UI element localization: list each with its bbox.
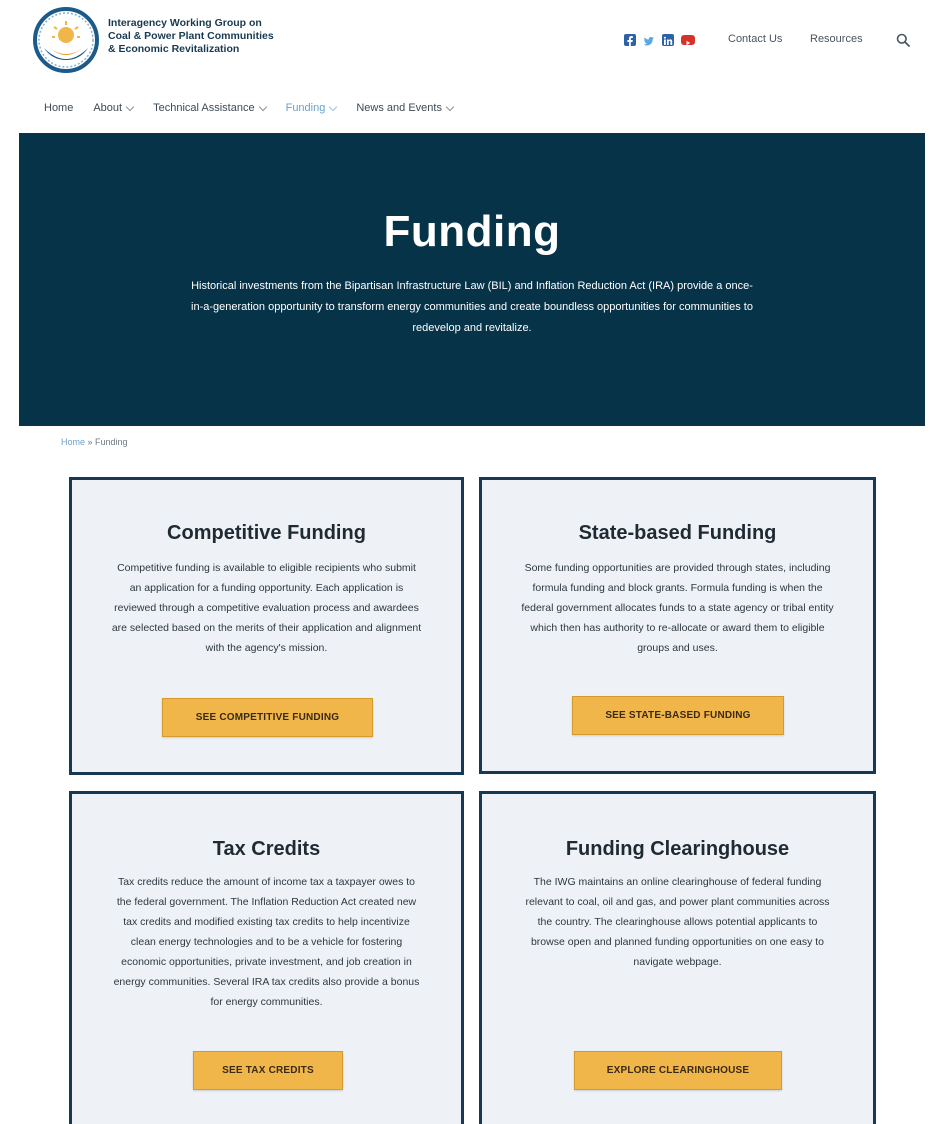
breadcrumb: Home » Funding (61, 437, 128, 447)
breadcrumb-home-link[interactable]: Home (61, 437, 85, 447)
card-title: Competitive Funding (167, 522, 366, 544)
chevron-down-icon (329, 102, 338, 111)
nav-item-about[interactable]: About (93, 102, 135, 114)
search-icon[interactable] (896, 33, 910, 47)
explore-clearinghouse-button[interactable]: EXPLORE CLEARINGHOUSE (574, 1051, 782, 1090)
main-nav: Home About Technical Assistance Funding … (44, 102, 473, 114)
card-text: The IWG maintains an online clearinghous… (525, 876, 830, 968)
resources-link[interactable]: Resources (810, 33, 863, 45)
nav-item-technical-assistance[interactable]: Technical Assistance (153, 102, 267, 114)
breadcrumb-current: Funding (95, 437, 128, 447)
card-title: State-based Funding (578, 522, 777, 544)
card-title: Funding Clearinghouse (565, 838, 790, 860)
contact-us-link[interactable]: Contact Us (728, 33, 782, 45)
chevron-down-icon (258, 102, 267, 111)
org-name-line-2: Coal & Power Plant Communities (108, 30, 274, 42)
hero-banner: Funding Historical investments from the … (19, 133, 925, 426)
facebook-icon[interactable] (624, 34, 636, 47)
card-text: Tax credits reduce the amount of income … (113, 876, 420, 1008)
nav-item-news-and-events[interactable]: News and Events (356, 102, 455, 114)
nav-item-label: News and Events (356, 102, 442, 114)
nav-item-label: About (93, 102, 123, 114)
linkedin-icon[interactable] (662, 34, 674, 46)
logo[interactable] (32, 6, 100, 74)
site-header: Interagency Working Group on Coal & Powe… (0, 0, 931, 90)
hero-description: Historical investments from the Bipartis… (191, 280, 753, 334)
card-text: Some funding opportunities are provided … (521, 562, 834, 654)
card-tax-credits: Tax Credits Tax credits reduce the amoun… (69, 791, 464, 1124)
chevron-down-icon (445, 102, 455, 111)
nav-item-label: Home (44, 102, 74, 114)
card-title: Tax Credits (212, 838, 321, 860)
org-name[interactable]: Interagency Working Group on Coal & Powe… (108, 17, 318, 56)
page-title: Funding (383, 207, 561, 256)
social-links (624, 34, 695, 47)
youtube-icon[interactable] (681, 35, 695, 46)
twitter-icon[interactable] (643, 34, 655, 46)
card-funding-clearinghouse: Funding Clearinghouse The IWG maintains … (479, 791, 876, 1124)
nav-item-label: Technical Assistance (153, 102, 255, 114)
card-state-based-funding: State-based Funding Some funding opportu… (479, 477, 876, 774)
org-name-line-3: & Economic Revitalization (108, 43, 240, 55)
org-name-line-1: Interagency Working Group on (108, 17, 262, 29)
card-text: Competitive funding is available to elig… (111, 562, 422, 654)
see-tax-credits-button[interactable]: SEE TAX CREDITS (193, 1051, 343, 1090)
see-state-based-funding-button[interactable]: SEE STATE-BASED FUNDING (572, 696, 784, 735)
chevron-down-icon (125, 102, 135, 111)
see-competitive-funding-button[interactable]: SEE COMPETITIVE FUNDING (162, 698, 373, 737)
card-competitive-funding: Competitive Funding Competitive funding … (69, 477, 464, 775)
nav-item-home[interactable]: Home (44, 102, 73, 114)
nav-item-label: Funding (285, 102, 326, 114)
nav-item-funding[interactable]: Funding (285, 102, 338, 114)
breadcrumb-separator: » (85, 437, 96, 447)
